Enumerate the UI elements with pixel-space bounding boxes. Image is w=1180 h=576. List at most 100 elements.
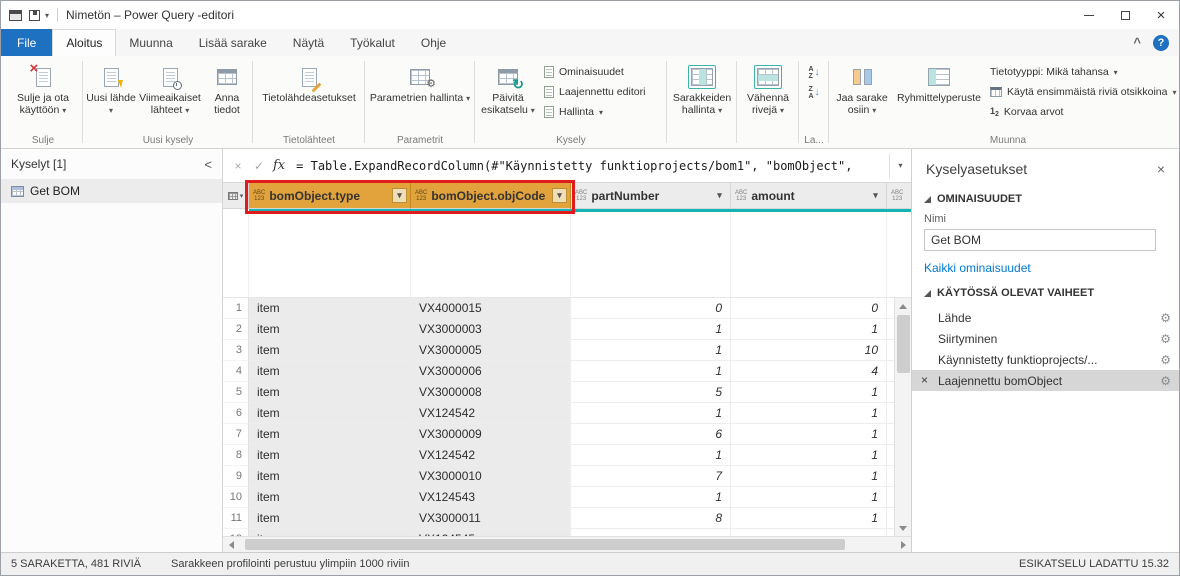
cell-bomObject-type[interactable]: item	[249, 508, 411, 529]
data-type-button[interactable]: Tietotyyppi: Mikä tahansa ▾	[985, 62, 1180, 82]
split-column-button[interactable]: Jaa sarake osiin ▾	[831, 58, 893, 132]
minimize-button[interactable]	[1071, 1, 1107, 29]
cell-amount[interactable]: 1	[731, 424, 887, 445]
tab-muunna[interactable]: Muunna	[116, 29, 185, 56]
column-header-bomObject-type[interactable]: ABC123 bomObject.type ▾	[249, 183, 411, 209]
tab-tyokalut[interactable]: Työkalut	[337, 29, 408, 56]
tab-nayta[interactable]: Näytä	[280, 29, 337, 56]
tab-ohje[interactable]: Ohje	[408, 29, 459, 56]
cell-bomObject-type[interactable]: item	[249, 340, 411, 361]
horizontal-scroll-thumb[interactable]	[245, 539, 845, 550]
cell-bomObject-type[interactable]: item	[249, 466, 411, 487]
cell-bomObject-objCode[interactable]: VX124543	[411, 487, 571, 508]
properties-section-header[interactable]: OMINAISUUDET	[912, 183, 1179, 209]
tab-lisaa-sarake[interactable]: Lisää sarake	[186, 29, 280, 56]
collapse-ribbon-icon[interactable]: ^	[1133, 35, 1141, 50]
cell-amount[interactable]: 1	[731, 403, 887, 424]
column-header-amount[interactable]: ABC123 amount ▾	[731, 183, 887, 209]
sort-ascending-button[interactable]: AZ ↓	[808, 66, 819, 80]
cell-bomObject-objCode[interactable]: VX3000006	[411, 361, 571, 382]
close-and-apply-button[interactable]: × Sulje ja ota käyttöön ▾	[5, 58, 81, 132]
quick-access-dropdown-icon[interactable]: ▾	[45, 11, 49, 20]
gear-icon[interactable]: ⚙	[1160, 312, 1171, 324]
cell-partNumber[interactable]: 1	[571, 319, 731, 340]
recent-sources-button[interactable]: Viimeaikaiset lähteet ▾	[137, 58, 203, 132]
column-header-bomObject-objCode[interactable]: ABC123 bomObject.objCode ▾	[411, 183, 571, 209]
cell-bomObject-type[interactable]: item	[249, 403, 411, 424]
manage-columns-button[interactable]: Sarakkeiden hallinta ▾	[668, 58, 736, 132]
reduce-rows-button[interactable]: Vähennä rivejä ▾	[738, 58, 798, 132]
filter-button[interactable]: ▾	[868, 188, 883, 203]
cell-bomObject-objCode[interactable]: VX124545	[411, 529, 571, 536]
cell-amount[interactable]: 1	[731, 487, 887, 508]
applied-steps-section-header[interactable]: KÄYTÖSSÄ OLEVAT VAIHEET	[912, 277, 1179, 303]
cell-bomObject-type[interactable]: item	[249, 529, 411, 536]
cell-bomObject-objCode[interactable]: VX124542	[411, 403, 571, 424]
enter-data-button[interactable]: Anna tiedot	[203, 58, 251, 132]
collapse-pane-icon[interactable]: <	[204, 157, 212, 172]
filter-button[interactable]: ▾	[712, 188, 727, 203]
cell-amount[interactable]: 1	[731, 319, 887, 340]
cell-bomObject-objCode[interactable]: VX3000008	[411, 382, 571, 403]
cell-amount[interactable]: 0	[731, 298, 887, 319]
cell-bomObject-type[interactable]: item	[249, 424, 411, 445]
cell-partNumber[interactable]: 6	[571, 424, 731, 445]
cell-bomObject-type[interactable]: item	[249, 361, 411, 382]
cell-amount[interactable]: 1	[731, 382, 887, 403]
tab-file[interactable]: File	[1, 29, 52, 56]
column-header-partNumber[interactable]: ABC123 partNumber ▾	[571, 183, 731, 209]
cell-partNumber[interactable]: 1	[571, 340, 731, 361]
cell-partNumber[interactable]: 1	[571, 403, 731, 424]
formula-expand-button[interactable]: ▾	[889, 154, 911, 178]
tab-aloitus[interactable]: Aloitus	[52, 29, 116, 56]
cell-bomObject-objCode[interactable]: VX3000010	[411, 466, 571, 487]
gear-icon[interactable]: ⚙	[1160, 375, 1171, 387]
maximize-button[interactable]	[1107, 1, 1143, 29]
scroll-up-button[interactable]	[895, 298, 911, 314]
cell-bomObject-type[interactable]: item	[249, 445, 411, 466]
new-source-button[interactable]: Uusi lähde ▾	[85, 58, 137, 132]
cell-partNumber[interactable]: 1	[571, 445, 731, 466]
cell-partNumber[interactable]: 0	[571, 298, 731, 319]
cell-bomObject-type[interactable]: item	[249, 319, 411, 340]
cell-partNumber[interactable]: 1	[571, 361, 731, 382]
gear-icon[interactable]: ⚙	[1160, 333, 1171, 345]
cell-bomObject-type[interactable]: item	[249, 298, 411, 319]
cell-bomObject-objCode[interactable]: VX3000009	[411, 424, 571, 445]
applied-step[interactable]: Lähde ⚙	[912, 307, 1179, 328]
applied-step[interactable]: Siirtyminen ⚙	[912, 328, 1179, 349]
cell-partNumber[interactable]: 8	[571, 508, 731, 529]
applied-step[interactable]: × Laajennettu bomObject ⚙	[912, 370, 1179, 391]
group-by-button[interactable]: Ryhmittelyperuste	[893, 58, 985, 132]
cell-partNumber[interactable]: 5	[571, 382, 731, 403]
table-corner-button[interactable]: ▾	[223, 183, 249, 209]
use-first-row-button[interactable]: Käytä ensimmäistä riviä otsikkoina ▾	[985, 82, 1180, 102]
cell-bomObject-objCode[interactable]: VX124542	[411, 445, 571, 466]
refresh-preview-button[interactable]: ↻ Päivitä esikatselu ▾	[477, 58, 539, 132]
vertical-scroll-thumb[interactable]	[897, 315, 910, 373]
properties-button[interactable]: Ominaisuudet	[539, 62, 665, 82]
gear-icon[interactable]: ⚙	[1160, 354, 1171, 366]
close-pane-icon[interactable]: ×	[1157, 161, 1165, 177]
cancel-formula-icon[interactable]: ×	[231, 159, 245, 173]
commit-formula-icon[interactable]: ✓	[252, 159, 266, 173]
formula-input[interactable]: = Table.ExpandRecordColumn(#"Käynnistett…	[296, 154, 882, 178]
replace-values-button[interactable]: 12 Korvaa arvot	[985, 102, 1180, 122]
filter-button[interactable]: ▾	[392, 188, 407, 203]
scroll-right-button[interactable]	[895, 537, 911, 552]
cell-amount[interactable]: 1	[731, 508, 887, 529]
column-header-partial[interactable]: ABC123	[887, 183, 911, 209]
advanced-editor-button[interactable]: Laajennettu editori	[539, 82, 665, 102]
manage-query-button[interactable]: Hallinta ▾	[539, 102, 665, 122]
cell-amount[interactable]: 10	[731, 340, 887, 361]
cell-amount[interactable]: 4	[731, 361, 887, 382]
cell-partNumber[interactable]: 1	[571, 487, 731, 508]
cell-partNumber[interactable]: 7	[571, 466, 731, 487]
cell-amount[interactable]: 1	[731, 445, 887, 466]
help-icon[interactable]: ?	[1153, 35, 1169, 51]
horizontal-scrollbar[interactable]	[223, 536, 911, 552]
cell-bomObject-objCode[interactable]: VX3000011	[411, 508, 571, 529]
cell-bomObject-type[interactable]: item	[249, 382, 411, 403]
query-name-input[interactable]	[924, 229, 1156, 251]
all-properties-link[interactable]: Kaikki ominaisuudet	[912, 253, 1179, 277]
